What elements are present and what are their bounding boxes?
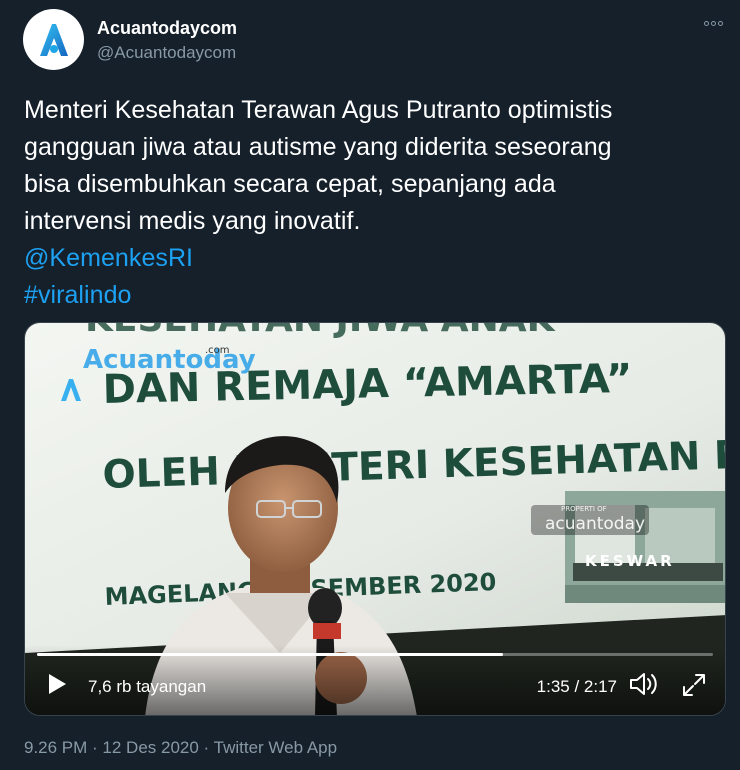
mention-link[interactable]: @KemenkesRI [24,240,714,277]
play-button[interactable] [47,673,67,700]
more-icon[interactable] [702,16,724,30]
play-icon [49,674,66,694]
tweet-line: intervensi medis yang inovatif. [24,207,361,235]
video-controls: 7,6 rb tayangan 1:35 / 2:17 [25,645,725,715]
volume-button[interactable] [629,671,659,702]
tweet-timestamp[interactable]: 9.26 PM · 12 Des 2020 · Twitter Web App [24,738,337,758]
tweet-line: Menteri Kesehatan Terawan Agus Putranto … [24,96,613,124]
fullscreen-icon [683,674,705,696]
avatar[interactable] [23,9,84,70]
tweet-text: Menteri Kesehatan Terawan Agus Putranto … [24,92,714,314]
svg-text:KESEHATAN JIWA ANAK: KESEHATAN JIWA ANAK [85,323,556,340]
watermark-right: acuantoday [545,514,645,534]
watermark-left: Acuantoday [83,345,256,375]
volume-icon [630,673,657,695]
video-time: 1:35 / 2:17 [536,677,617,696]
video-player[interactable]: KESEHATAN JIWA ANAK DAN REMAJA “AMARTA” … [24,322,726,716]
tweet-line: gangguan jiwa atau autisme yang diderita… [24,133,612,161]
account-handle[interactable]: @Acuantodaycom [97,43,236,63]
tweet-line: bisa disembuhkan secara cepat, sepanjang… [24,170,556,198]
progress-bar[interactable] [37,653,713,656]
fullscreen-button[interactable] [681,672,707,703]
watermark-properti: PROPERTI OF [561,505,607,513]
photo-label: KESWAR [585,552,675,570]
hashtag-link[interactable]: #viralindo [24,277,714,314]
view-count: 7,6 rb tayangan [88,677,207,696]
display-name[interactable]: Acuantodaycom [97,18,237,39]
logo-icon [39,23,68,56]
progress-fill [37,653,504,656]
watermark-com: .com [205,345,230,356]
